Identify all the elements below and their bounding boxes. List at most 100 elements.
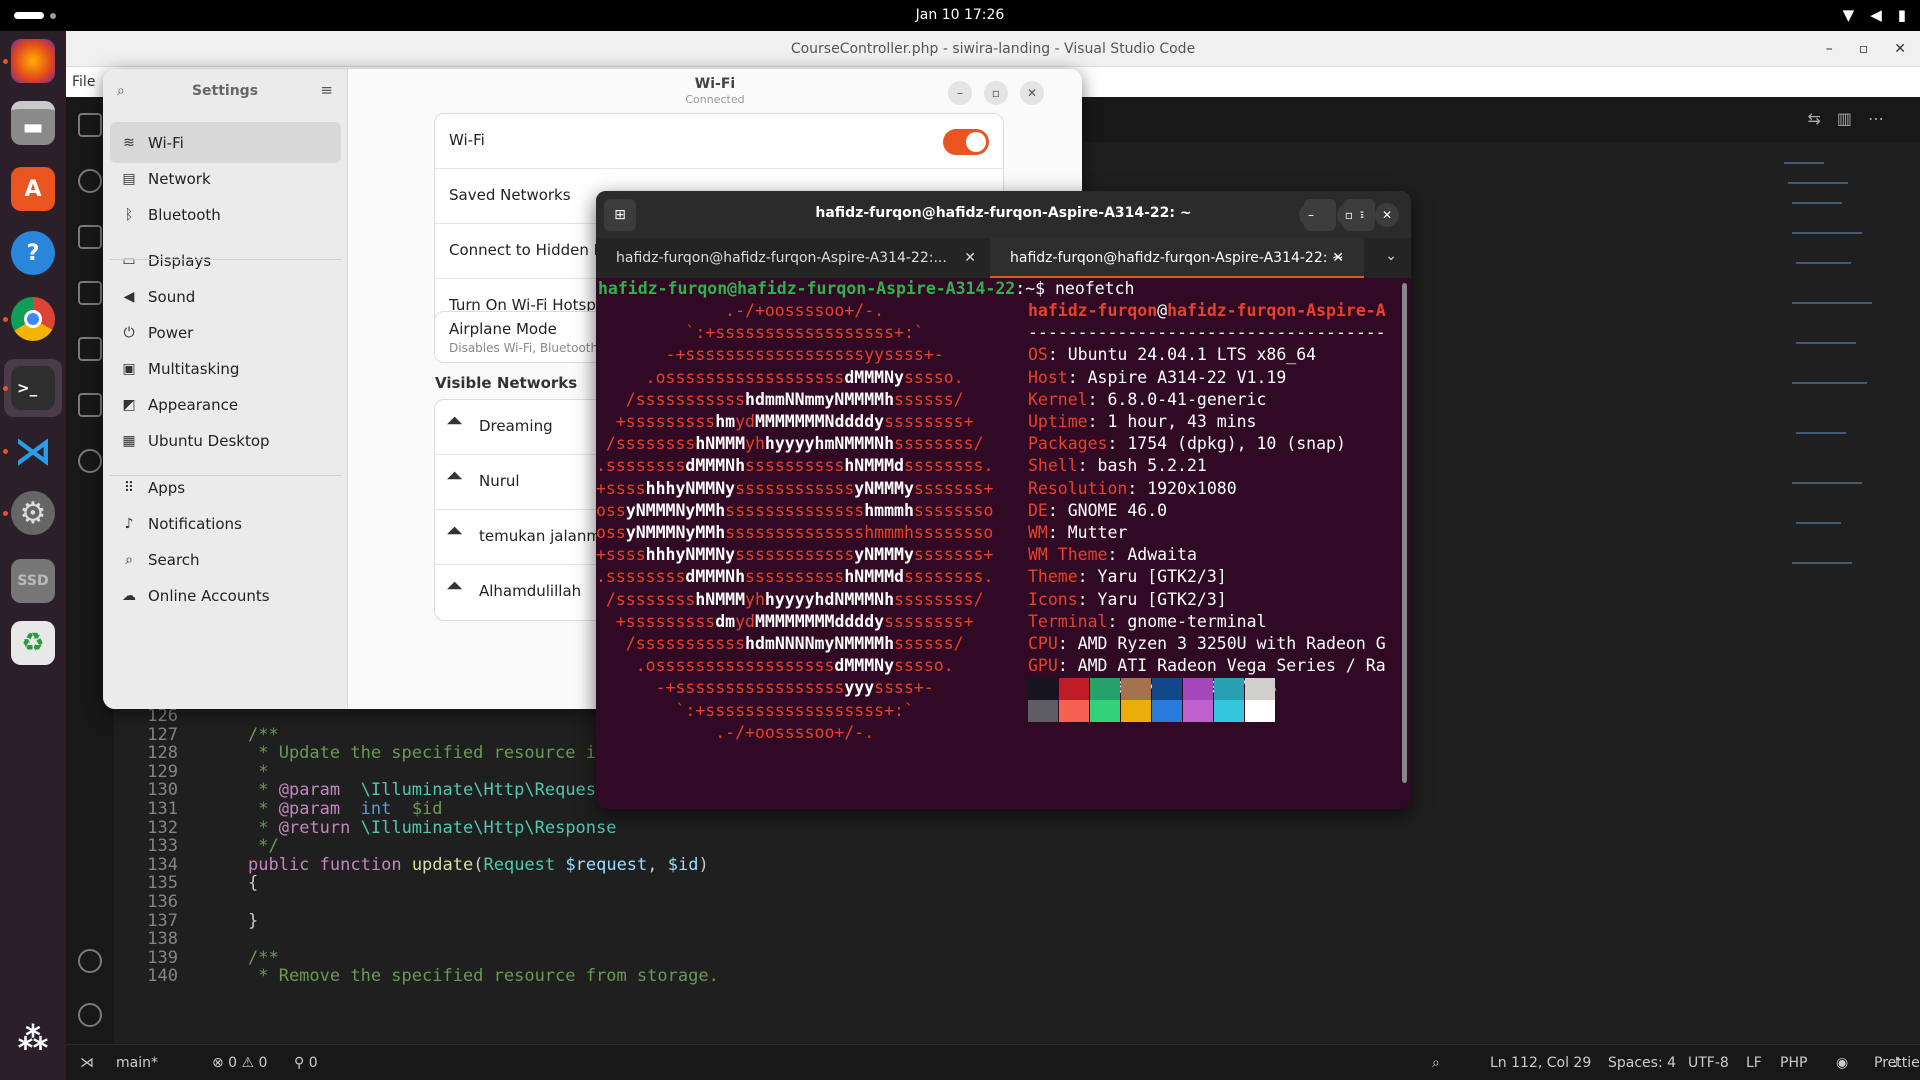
hamburger-menu-icon[interactable]: ≡ (320, 81, 333, 99)
eol[interactable]: LF (1746, 1055, 1762, 1071)
minimize-icon[interactable]: – (1299, 203, 1323, 227)
problems-status[interactable]: ⊗ 0 ⚠ 0 (212, 1055, 267, 1071)
sidebar-item-network[interactable]: ▤ Network (110, 158, 341, 199)
color-swatch (1245, 678, 1275, 700)
code-line[interactable]: * Remove the specified resource from sto… (248, 965, 719, 988)
code-line[interactable]: } (248, 910, 258, 933)
sidebar-item-search[interactable]: ⌕ Search (110, 539, 341, 580)
encoding[interactable]: UTF-8 (1688, 1055, 1729, 1071)
info-value: 1920x1080 (1147, 478, 1237, 498)
clock[interactable]: Jan 10 17:26 (0, 7, 1920, 23)
terminal-tab[interactable]: hafidz-furqon@hafidz-furqon-Aspire-A314-… (596, 238, 990, 278)
notifications-bell-icon[interactable]: ♪ (1892, 1055, 1901, 1071)
visible-networks-header: Visible Networks (435, 374, 578, 392)
help-icon[interactable]: ? (11, 231, 55, 275)
branch-status[interactable]: main* (116, 1055, 158, 1071)
sidebar-item-online-accounts[interactable]: ☁ Online Accounts (110, 575, 341, 616)
cursor-position[interactable]: Ln 112, Col 29 (1490, 1055, 1591, 1071)
manage-gear-icon[interactable] (78, 1003, 102, 1027)
firefox-icon[interactable] (11, 39, 55, 83)
sidebar-item-power[interactable]: ⏻ Power (110, 312, 341, 353)
sidebar-item-appearance[interactable]: ◩ Appearance (110, 384, 341, 425)
wifi-toggle[interactable] (943, 129, 989, 155)
settings-sidebar: ⌕ Settings ≡ ≋ Wi-Fi ▤ Network ᛒ Bluetooth ▭ Di… (103, 69, 348, 709)
terminal-output[interactable]: hafidz-furqon@hafidz-furqon-Aspire-A314-… (596, 278, 1411, 809)
bluetooth-icon: ᛒ (124, 206, 134, 223)
info-value: Adwaita (1127, 545, 1197, 565)
indentation[interactable]: Spaces: 4 (1608, 1055, 1676, 1071)
app-center-icon[interactable]: A (11, 167, 55, 211)
copilot-icon[interactable]: ◉ (1836, 1055, 1848, 1071)
multitasking-icon: ▣ (122, 360, 136, 377)
system-info: hafidz-furqon@hafidz-furqon-Aspire-A ---… (1028, 300, 1386, 700)
accounts-icon[interactable] (78, 949, 102, 973)
close-tab-icon[interactable]: ✕ (1332, 238, 1344, 278)
close-icon[interactable]: ✕ (1894, 31, 1906, 67)
files-icon[interactable]: ▬ (11, 101, 55, 145)
code-line[interactable]: { (248, 872, 258, 895)
chrome-icon[interactable] (11, 297, 55, 341)
tab-list-chevron-icon[interactable]: ⌄ (1385, 248, 1397, 264)
minimize-icon[interactable]: – (1826, 31, 1833, 67)
system-tray[interactable]: ▼ ◀ ▮ (1843, 6, 1906, 24)
sidebar-item-sound[interactable]: ◀ Sound (110, 276, 341, 317)
search-icon[interactable] (78, 449, 102, 473)
extensions-icon[interactable] (78, 281, 102, 305)
volume-icon: ◀ (1870, 6, 1882, 24)
code-line[interactable]: public function update(Request $request,… (248, 854, 709, 877)
run-debug-icon[interactable] (78, 225, 102, 249)
color-swatch (1152, 700, 1182, 722)
sidebar-item-apps[interactable]: ⠿ Apps (110, 467, 341, 508)
remote-icon[interactable]: ⋊ (80, 1055, 94, 1071)
sidebar-item-multitasking[interactable]: ▣ Multitasking (110, 348, 341, 389)
sidebar-item-ubuntu-desktop[interactable]: ▦ Ubuntu Desktop (110, 420, 341, 461)
sidebar-item-label: Power (148, 323, 194, 342)
sidebar-item-wi-fi[interactable]: ≋ Wi-Fi (110, 122, 341, 163)
info-key: DE (1028, 500, 1048, 520)
docker-icon[interactable] (78, 393, 102, 417)
terminal-scrollbar[interactable] (1402, 283, 1407, 783)
info-key: CPU (1028, 634, 1058, 654)
sidebar-item-label: Displays (148, 251, 212, 270)
show-apps-icon[interactable]: ⁂ (11, 1017, 55, 1061)
sidebar-item-label: Appearance (148, 395, 239, 414)
minimize-icon[interactable]: – (948, 81, 972, 105)
info-host: hafidz-furqon-Aspire-A (1167, 301, 1386, 320)
color-swatch (1121, 700, 1151, 722)
close-icon[interactable]: ✕ (1375, 203, 1399, 227)
maximize-icon[interactable]: ▫ (1337, 203, 1361, 227)
terminal-icon[interactable]: >_ (11, 366, 55, 410)
ubuntu-ascii-logo: .-/+oossssoo+/-. `:+ssssssssssssssssss+:… (596, 301, 994, 742)
code-line[interactable]: * @return \Illuminate\Http\Response (248, 817, 616, 840)
editor-actions[interactable]: ⇆▥⋯ (1807, 109, 1900, 128)
vscode-icon[interactable]: ⋊ (11, 429, 55, 473)
sidebar-item-bluetooth[interactable]: ᛒ Bluetooth (110, 194, 341, 235)
trash-icon[interactable]: ♻ (11, 621, 55, 665)
ports-status[interactable]: ⚲ 0 (294, 1055, 318, 1071)
maximize-icon[interactable]: ▫ (1859, 31, 1869, 67)
zoom-icon[interactable]: ⌕ (1432, 1055, 1440, 1071)
dock: ▬ A ? >_ ⋊ ⚙ SSD ♻ ⁂ (0, 31, 66, 1080)
sidebar-item-notifications[interactable]: ♪ Notifications (110, 503, 341, 544)
close-tab-icon[interactable]: ✕ (964, 238, 976, 278)
language-mode[interactable]: PHP (1780, 1055, 1807, 1071)
explorer-icon[interactable] (78, 113, 102, 137)
page-title: Wi-Fi (694, 76, 736, 92)
maximize-icon[interactable]: ▫ (984, 81, 1008, 105)
source-control-icon[interactable] (78, 169, 102, 193)
running-indicator (3, 449, 8, 454)
info-key: Shell (1028, 456, 1078, 476)
sidebar-item-displays[interactable]: ▭ Displays (110, 240, 341, 281)
close-icon[interactable]: ✕ (1020, 81, 1044, 105)
menu-file[interactable]: File (72, 74, 95, 90)
terminal-tab-active[interactable]: hafidz-furqon@hafidz-furqon-Aspire-A314-… (990, 238, 1364, 278)
info-key: OS (1028, 345, 1048, 365)
info-key: Kernel (1028, 389, 1088, 409)
color-swatch (1028, 700, 1058, 722)
drive-ssd-icon[interactable]: SSD (11, 559, 55, 603)
settings-gear-icon[interactable]: ⚙ (11, 491, 55, 535)
color-swatch (1183, 700, 1213, 722)
remote-explorer-icon[interactable] (78, 337, 102, 361)
wifi-toggle-row[interactable]: Wi-Fi (435, 114, 1003, 169)
minimap[interactable] (1764, 142, 1920, 1044)
